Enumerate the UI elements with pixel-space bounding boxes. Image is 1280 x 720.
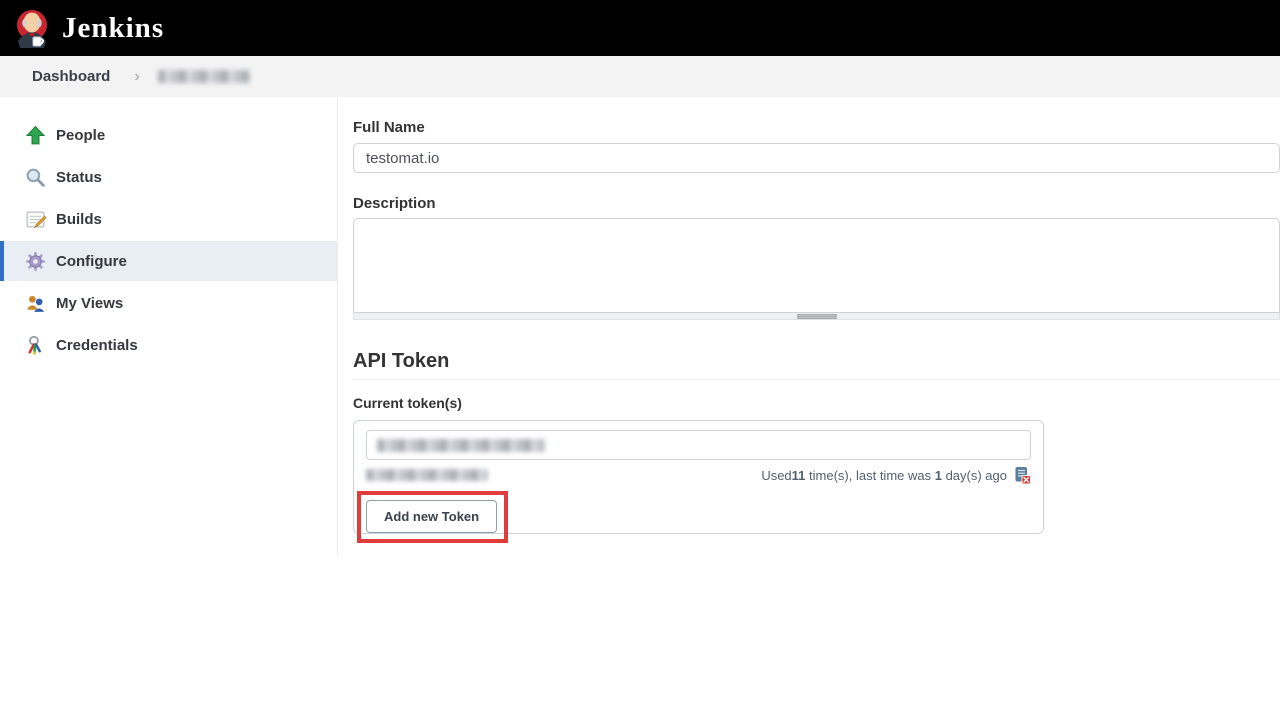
red-highlight-annotation: Add new Token <box>357 491 508 543</box>
sidebar-item-builds[interactable]: Builds <box>0 199 337 239</box>
token-list-container: Used 11 time(s), last time was 1 day(s) … <box>353 420 1044 534</box>
arrow-up-icon <box>25 125 46 146</box>
top-header: Jenkins <box>0 0 1280 56</box>
textarea-resize-handle[interactable] <box>353 313 1280 320</box>
usage-mid: time(s), last time was <box>805 468 934 483</box>
full-name-label: Full Name <box>353 119 1280 136</box>
sidebar-item-label: Builds <box>56 211 102 228</box>
sidebar-item-credentials[interactable]: Credentials <box>0 325 337 365</box>
keys-icon <box>25 335 46 356</box>
breadcrumb-username-redacted[interactable] <box>158 70 250 83</box>
sidebar: People Status Builds <box>0 97 338 557</box>
sidebar-item-label: People <box>56 127 105 144</box>
jenkins-logo-icon[interactable] <box>12 7 52 49</box>
description-textarea[interactable] <box>353 218 1280 313</box>
token-usage-text: Used 11 time(s), last time was 1 day(s) … <box>761 466 1031 485</box>
usage-prefix: Used <box>761 468 791 483</box>
sidebar-item-label: Configure <box>56 253 127 270</box>
magnifier-icon <box>25 167 46 188</box>
gear-icon <box>25 251 46 272</box>
sidebar-item-my-views[interactable]: My Views <box>0 283 337 323</box>
current-tokens-label: Current token(s) <box>353 395 1280 411</box>
breadcrumb: Dashboard › <box>0 56 1280 97</box>
revoke-token-icon[interactable] <box>1013 466 1031 485</box>
breadcrumb-dashboard[interactable]: Dashboard <box>32 68 110 85</box>
api-token-heading: API Token <box>353 350 1280 373</box>
chevron-right-icon: › <box>134 68 139 86</box>
sidebar-item-configure[interactable]: Configure <box>0 241 337 281</box>
usage-suffix: day(s) ago <box>942 468 1007 483</box>
notepad-icon <box>25 209 46 230</box>
usage-count: 11 <box>792 468 806 483</box>
sidebar-item-label: Status <box>56 169 102 186</box>
add-new-token-button[interactable]: Add new Token <box>366 500 497 533</box>
full-name-input[interactable] <box>353 143 1280 173</box>
token-name-redacted <box>377 439 545 452</box>
people-icon <box>25 293 46 314</box>
sidebar-item-label: Credentials <box>56 337 138 354</box>
sidebar-item-label: My Views <box>56 295 123 312</box>
resize-grip-icon <box>797 314 837 319</box>
usage-days: 1 <box>935 468 942 483</box>
token-meta-row: Used 11 time(s), last time was 1 day(s) … <box>366 466 1031 484</box>
main-content: Full Name Description API Token Current … <box>338 97 1280 557</box>
token-name-input[interactable] <box>366 430 1031 460</box>
description-label: Description <box>353 195 1280 212</box>
sidebar-item-status[interactable]: Status <box>0 157 337 197</box>
app-title[interactable]: Jenkins <box>62 12 164 45</box>
token-created-redacted <box>366 469 488 481</box>
sidebar-item-people[interactable]: People <box>0 115 337 155</box>
section-divider <box>353 379 1280 380</box>
